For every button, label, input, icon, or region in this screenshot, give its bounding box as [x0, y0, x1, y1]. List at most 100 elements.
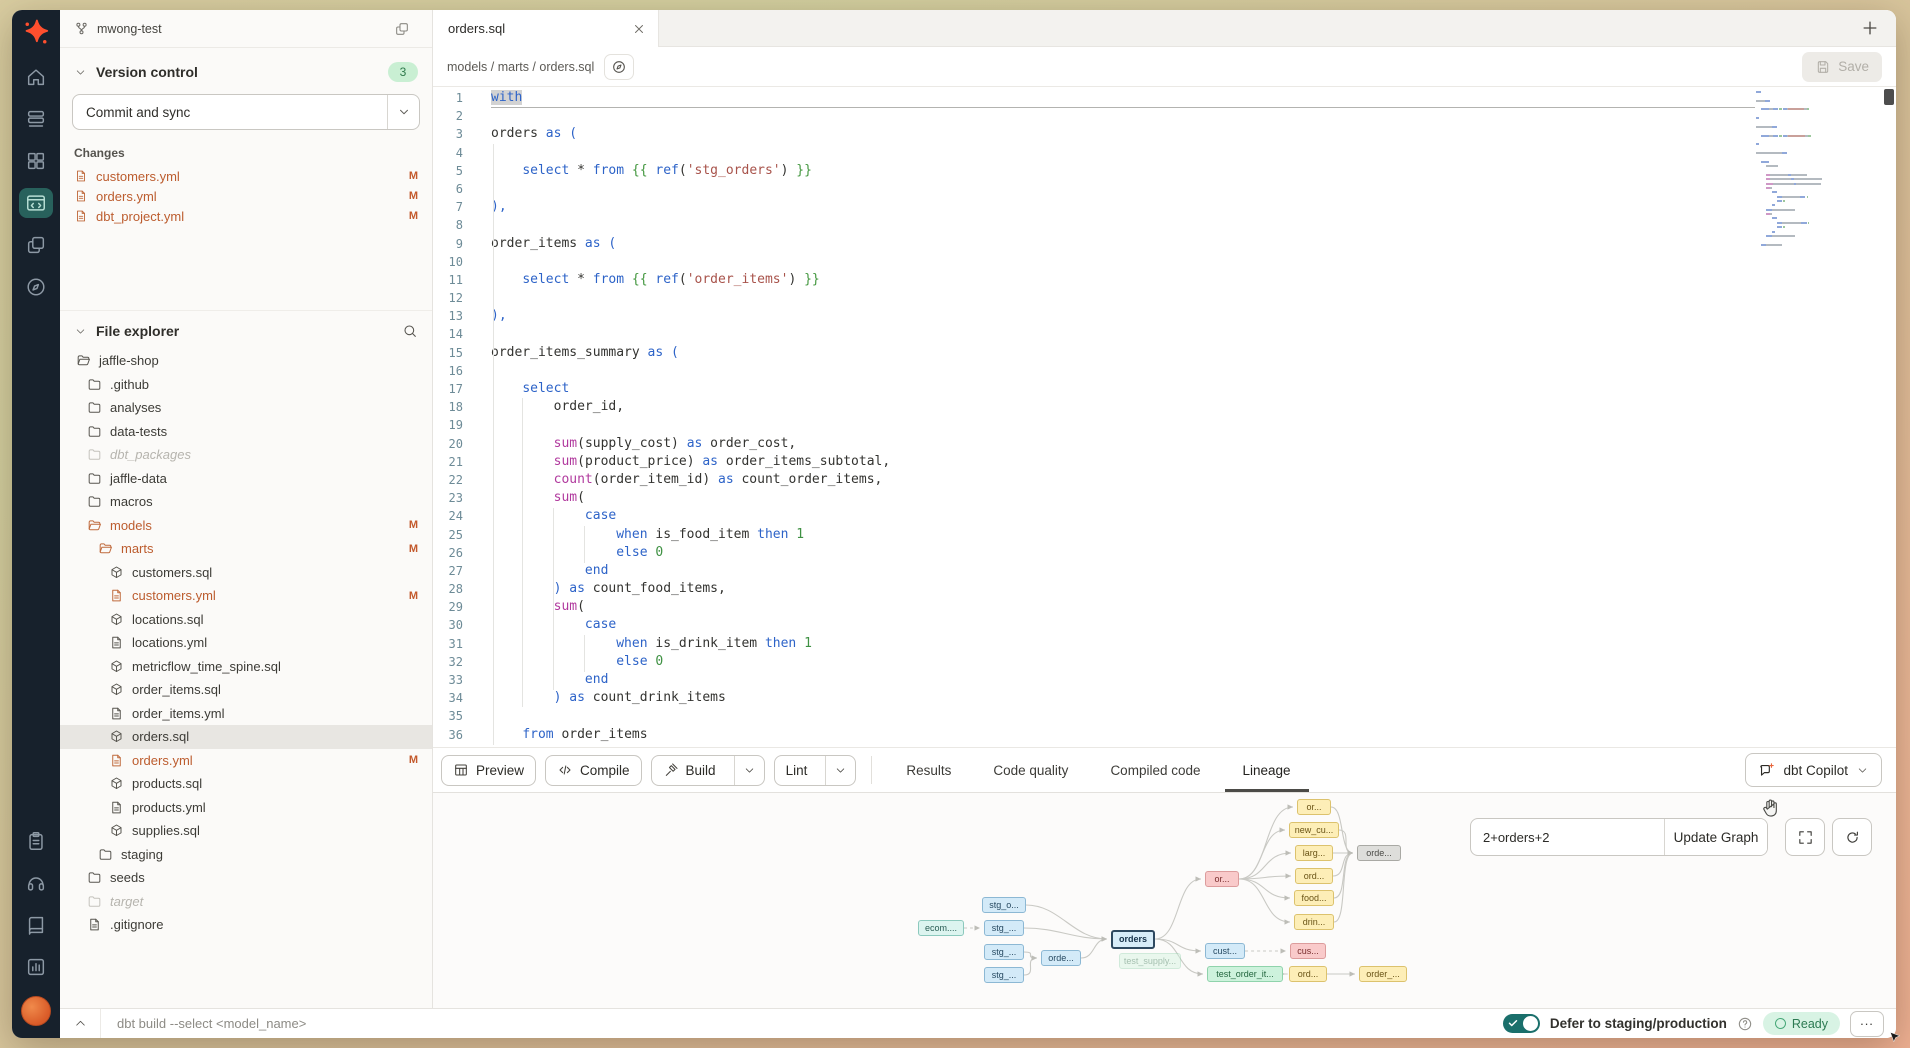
- lineage-node-or_p[interactable]: or...: [1205, 871, 1239, 887]
- tree-item-locations.sql[interactable]: locations.sql: [60, 608, 432, 632]
- tree-item-target[interactable]: target: [60, 890, 432, 914]
- code-line-18[interactable]: 18 order_id,: [433, 398, 1896, 416]
- rail-develop-icon[interactable]: [12, 182, 60, 224]
- update-graph-button[interactable]: Update Graph: [1664, 819, 1767, 855]
- rail-chart-frame-icon[interactable]: [12, 946, 60, 988]
- lineage-panel[interactable]: ecom....stg_o...stg_...stg_...stg_...ord…: [433, 793, 1896, 1008]
- tab-orders-sql[interactable]: orders.sql: [433, 10, 659, 47]
- lineage-node-cus_p[interactable]: cus...: [1290, 943, 1326, 959]
- tree-item-metricflow_time_spine.sql[interactable]: metricflow_time_spine.sql: [60, 655, 432, 679]
- rail-book-icon[interactable]: [12, 904, 60, 946]
- lineage-node-cust[interactable]: cust...: [1205, 943, 1245, 959]
- code-line-30[interactable]: 30 case: [433, 616, 1896, 634]
- locate-in-tree-button[interactable]: [604, 54, 634, 80]
- code-line-15[interactable]: 15order_items_summary as (: [433, 344, 1896, 362]
- lineage-node-t_ord[interactable]: test_order_it...: [1207, 966, 1283, 982]
- lineage-node-y4[interactable]: ord...: [1295, 868, 1333, 884]
- code-line-20[interactable]: 20 sum(supply_cost) as order_cost,: [433, 435, 1896, 453]
- lineage-node-stg4[interactable]: stg_...: [984, 967, 1024, 983]
- result-tab-lineage[interactable]: Lineage: [1243, 748, 1291, 792]
- copy-icon[interactable]: [394, 21, 410, 37]
- tree-item-jaffle-shop[interactable]: jaffle-shop: [60, 349, 432, 373]
- code-line-9[interactable]: 9order_items as (: [433, 235, 1896, 253]
- changed-file-dbt_project.yml[interactable]: dbt_project.ymlM: [60, 206, 432, 226]
- chevron-down-icon[interactable]: [74, 66, 87, 79]
- code-line-14[interactable]: 14: [433, 325, 1896, 343]
- code-line-34[interactable]: 34 ) as count_drink_items: [433, 689, 1896, 707]
- rail-compass-icon[interactable]: [12, 266, 60, 308]
- result-tab-code-quality[interactable]: Code quality: [993, 748, 1068, 792]
- lint-dropdown[interactable]: [825, 756, 855, 785]
- code-line-17[interactable]: 17 select: [433, 380, 1896, 398]
- close-icon[interactable]: [632, 22, 646, 36]
- code-line-13[interactable]: 13),: [433, 307, 1896, 325]
- code-line-36[interactable]: 36 from order_items: [433, 726, 1896, 744]
- preview-button[interactable]: Preview: [441, 755, 536, 786]
- result-tab-compiled-code[interactable]: Compiled code: [1110, 748, 1200, 792]
- lineage-node-ecom[interactable]: ecom....: [918, 920, 964, 936]
- code-line-25[interactable]: 25 when is_food_item then 1: [433, 526, 1896, 544]
- save-button[interactable]: Save: [1802, 52, 1882, 82]
- code-line-33[interactable]: 33 end: [433, 671, 1896, 689]
- lineage-node-orde1[interactable]: orde...: [1041, 950, 1081, 966]
- editor-scrollbar-thumb[interactable]: [1884, 89, 1894, 105]
- code-line-16[interactable]: 16: [433, 362, 1896, 380]
- code-line-6[interactable]: 6: [433, 180, 1896, 198]
- rail-clipboard-icon[interactable]: [12, 820, 60, 862]
- lineage-node-tsup[interactable]: test_supply...: [1119, 953, 1181, 969]
- editor-minimap[interactable]: [1756, 91, 1844, 252]
- code-line-21[interactable]: 21 sum(product_price) as order_items_sub…: [433, 453, 1896, 471]
- lint-button[interactable]: Lint: [774, 755, 857, 786]
- lineage-selector-input[interactable]: [1471, 819, 1664, 855]
- commit-and-sync-button[interactable]: Commit and sync: [72, 94, 420, 130]
- tree-item-locations.yml[interactable]: locations.yml: [60, 631, 432, 655]
- code-line-22[interactable]: 22 count(order_item_id) as count_order_i…: [433, 471, 1896, 489]
- code-line-24[interactable]: 24 case: [433, 507, 1896, 525]
- tree-item-.gitignore[interactable]: .gitignore: [60, 913, 432, 937]
- tree-item-seeds[interactable]: seeds: [60, 866, 432, 890]
- tree-item-orders.yml[interactable]: orders.ymlM: [60, 749, 432, 773]
- tree-item-order_items.yml[interactable]: order_items.yml: [60, 702, 432, 726]
- tree-item-staging[interactable]: staging: [60, 843, 432, 867]
- lineage-node-stg3[interactable]: stg_...: [984, 944, 1024, 960]
- changed-file-orders.yml[interactable]: orders.ymlM: [60, 186, 432, 206]
- dbt-copilot-button[interactable]: dbt Copilot: [1745, 753, 1882, 787]
- tree-item-analyses[interactable]: analyses: [60, 396, 432, 420]
- lineage-node-gray1[interactable]: orde...: [1357, 845, 1401, 861]
- lineage-node-y1[interactable]: or...: [1297, 799, 1331, 815]
- lineage-node-y6[interactable]: drin...: [1294, 914, 1334, 930]
- tree-item-marts[interactable]: martsM: [60, 537, 432, 561]
- lineage-node-stg1[interactable]: stg_o...: [982, 897, 1026, 913]
- commit-dropdown[interactable]: [387, 95, 419, 129]
- compile-button[interactable]: Compile: [545, 755, 642, 786]
- code-line-5[interactable]: 5 select * from {{ ref('stg_orders') }}: [433, 162, 1896, 180]
- tree-item-supplies.sql[interactable]: supplies.sql: [60, 819, 432, 843]
- defer-toggle[interactable]: [1503, 1014, 1540, 1033]
- build-button[interactable]: Build: [651, 755, 765, 786]
- command-input[interactable]: [101, 1016, 1503, 1031]
- rail-stack-icon[interactable]: [12, 98, 60, 140]
- rail-grid-icon[interactable]: [12, 140, 60, 182]
- tree-item-customers.yml[interactable]: customers.ymlM: [60, 584, 432, 608]
- rail-home-icon[interactable]: [12, 56, 60, 98]
- more-options-button[interactable]: ...: [1850, 1011, 1884, 1037]
- chevron-down-icon[interactable]: [74, 325, 87, 338]
- code-line-10[interactable]: 10: [433, 253, 1896, 271]
- lineage-node-y3[interactable]: larg...: [1295, 845, 1333, 861]
- tree-item-.github[interactable]: .github: [60, 373, 432, 397]
- user-avatar[interactable]: [21, 996, 51, 1026]
- code-line-11[interactable]: 11 select * from {{ ref('order_items') }…: [433, 271, 1896, 289]
- code-line-4[interactable]: 4: [433, 144, 1896, 162]
- tree-item-dbt_packages[interactable]: dbt_packages: [60, 443, 432, 467]
- lineage-node-stg2[interactable]: stg_...: [984, 920, 1024, 936]
- code-editor[interactable]: 1with23orders as (45 select * from {{ re…: [433, 87, 1896, 747]
- result-tab-results[interactable]: Results: [906, 748, 951, 792]
- code-line-23[interactable]: 23 sum(: [433, 489, 1896, 507]
- tree-item-order_items.sql[interactable]: order_items.sql: [60, 678, 432, 702]
- lineage-node-y5[interactable]: food...: [1294, 890, 1334, 906]
- code-line-27[interactable]: 27 end: [433, 562, 1896, 580]
- tree-item-products.sql[interactable]: products.sql: [60, 772, 432, 796]
- code-line-19[interactable]: 19: [433, 416, 1896, 434]
- new-tab-button[interactable]: [1860, 18, 1880, 38]
- code-line-37[interactable]: 37: [433, 744, 1896, 747]
